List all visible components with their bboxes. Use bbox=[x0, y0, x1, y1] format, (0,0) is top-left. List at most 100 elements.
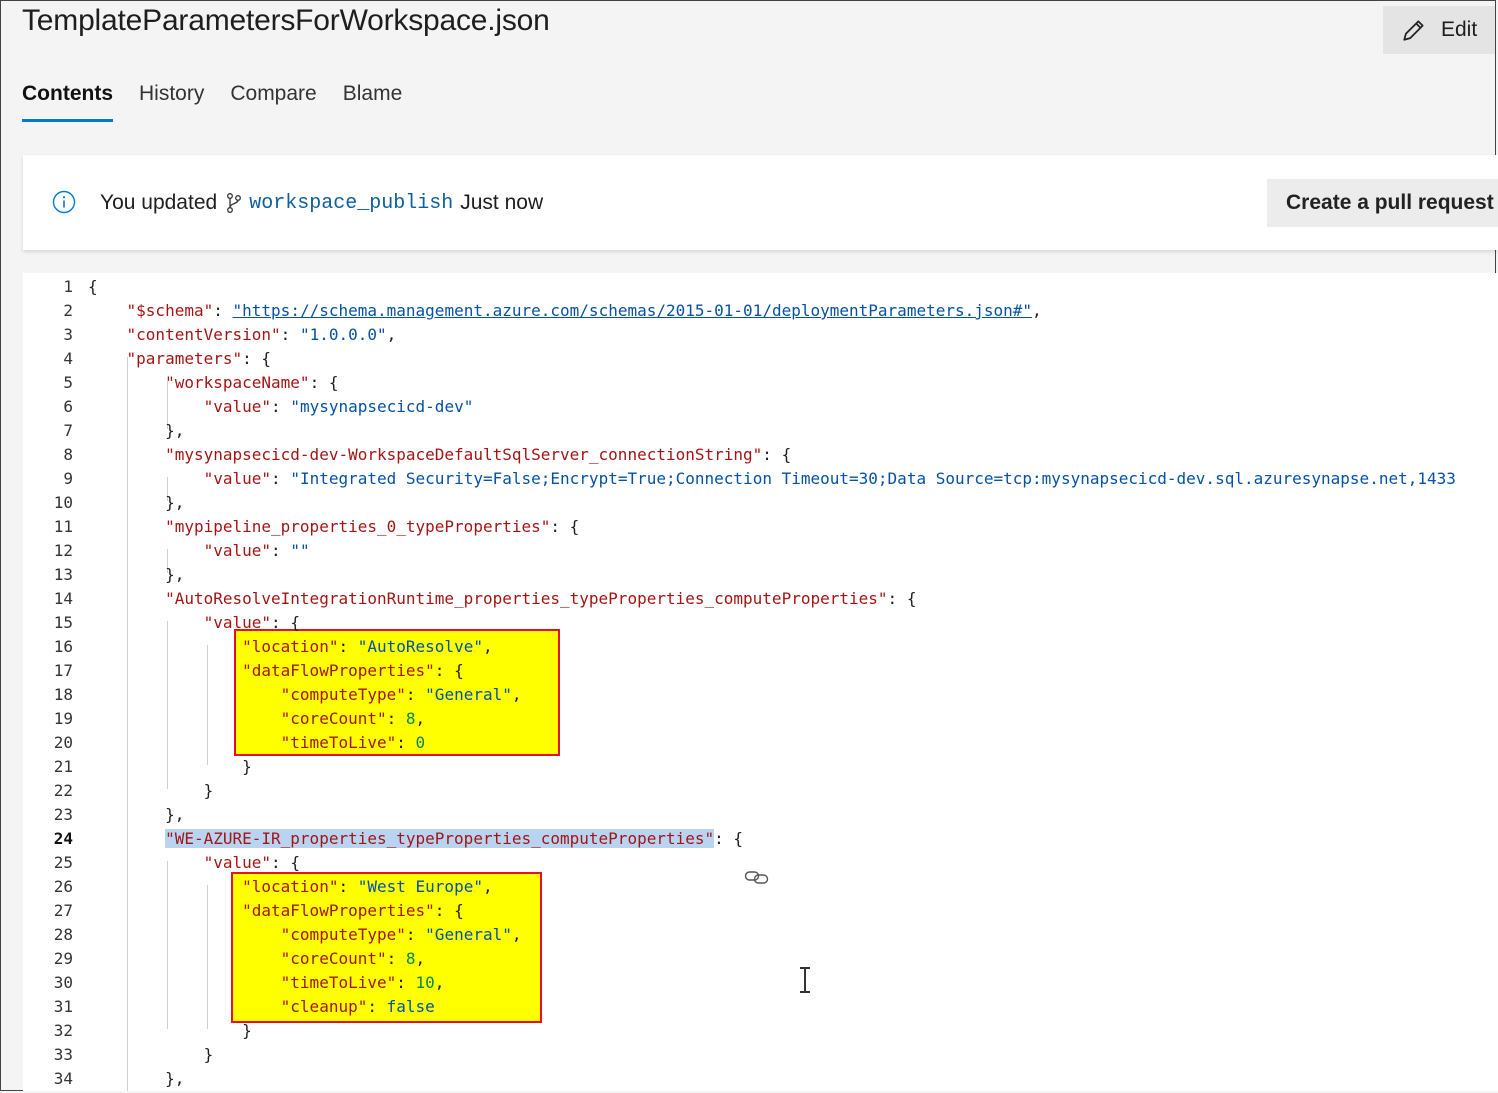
json-key: "location" bbox=[242, 637, 339, 656]
schema-link[interactable]: "https://schema.management.azure.com/sch… bbox=[233, 301, 1033, 320]
line-number: 9 bbox=[63, 469, 73, 488]
json-punct: , bbox=[1032, 301, 1042, 320]
json-punct: : bbox=[271, 853, 281, 872]
info-icon bbox=[52, 190, 76, 214]
line-number: 14 bbox=[53, 589, 73, 608]
json-punct: : bbox=[434, 901, 445, 920]
edit-button[interactable]: Edit bbox=[1383, 6, 1495, 54]
json-punct: , bbox=[174, 565, 185, 584]
line-text: "mypipeline_properties_0_typeProperties"… bbox=[88, 515, 579, 539]
line-text: }, bbox=[88, 803, 184, 827]
line-text: } bbox=[88, 779, 214, 803]
json-punct: : bbox=[271, 541, 281, 560]
json-key: "value" bbox=[203, 853, 272, 872]
json-punct: , bbox=[174, 1069, 185, 1088]
banner-message: You updated workspace_publish Just now bbox=[100, 191, 543, 215]
line-text: }, bbox=[88, 1067, 184, 1091]
json-punct: : bbox=[338, 877, 349, 896]
json-punct: , bbox=[415, 949, 426, 968]
code-line: 31 "cleanup": false bbox=[23, 995, 1498, 1019]
json-punct: { bbox=[290, 853, 300, 872]
line-number: 21 bbox=[53, 757, 73, 776]
line-text: "WE-AZURE-IR_properties_typeProperties_c… bbox=[88, 827, 743, 851]
code-line: 12 "value": "" bbox=[23, 539, 1498, 563]
json-key: "timeToLive" bbox=[280, 733, 397, 752]
code-line: 33 } bbox=[23, 1043, 1498, 1067]
code-line: 7 }, bbox=[23, 419, 1498, 443]
code-line: 15 "value": { bbox=[23, 611, 1498, 635]
branch-link[interactable]: workspace_publish bbox=[249, 192, 453, 215]
json-key: "timeToLive" bbox=[280, 973, 397, 992]
code-viewer[interactable]: 1 {2 "$schema": "https://schema.managemen… bbox=[23, 273, 1498, 1091]
json-punct: } bbox=[165, 565, 175, 584]
json-punct: , bbox=[174, 805, 185, 824]
tab-blame[interactable]: Blame bbox=[343, 82, 403, 122]
json-punct: { bbox=[454, 901, 464, 920]
json-key: "$schema" bbox=[126, 301, 214, 320]
json-punct: : bbox=[242, 349, 252, 368]
json-punct: { bbox=[569, 517, 580, 536]
json-string: "" bbox=[290, 541, 310, 560]
line-number: 1 bbox=[63, 277, 73, 296]
tab-history[interactable]: History bbox=[139, 82, 204, 122]
json-key: "location" bbox=[242, 877, 339, 896]
line-number: 10 bbox=[53, 493, 73, 512]
line-text: "location": "AutoResolve", bbox=[88, 635, 492, 659]
code-line: 14 "AutoResolveIntegrationRuntime_proper… bbox=[23, 587, 1498, 611]
line-text: "value": "mysynapsecicd-dev" bbox=[88, 395, 474, 419]
line-number: 12 bbox=[53, 541, 73, 560]
json-punct: } bbox=[165, 421, 175, 440]
code-line: 3 "contentVersion": "1.0.0.0", bbox=[23, 323, 1498, 347]
json-key: "computeType" bbox=[280, 685, 406, 704]
tab-contents[interactable]: Contents bbox=[22, 82, 113, 122]
line-text: "parameters": { bbox=[88, 347, 272, 371]
json-key: "value" bbox=[203, 397, 272, 416]
code-line: 5 "workspaceName": { bbox=[23, 371, 1498, 395]
code-line: 30 "timeToLive": 10, bbox=[23, 971, 1498, 995]
json-number: 0 bbox=[415, 733, 426, 752]
line-number: 31 bbox=[53, 997, 73, 1016]
code-line: 9 "value": "Integrated Security=False;En… bbox=[23, 467, 1498, 491]
json-punct: { bbox=[906, 589, 917, 608]
file-tabs: Contents History Compare Blame bbox=[22, 82, 428, 122]
line-text: { bbox=[88, 275, 98, 299]
line-number: 27 bbox=[53, 901, 73, 920]
line-number: 20 bbox=[53, 733, 73, 752]
line-text: "dataFlowProperties": { bbox=[88, 659, 464, 683]
line-text: "timeToLive": 0 bbox=[88, 731, 426, 755]
json-punct: { bbox=[454, 661, 464, 680]
json-punct: { bbox=[261, 349, 272, 368]
json-key: "dataFlowProperties" bbox=[242, 901, 435, 920]
json-number: 8 bbox=[405, 949, 416, 968]
json-key: "coreCount" bbox=[280, 949, 387, 968]
line-number: 25 bbox=[53, 853, 73, 872]
line-number: 17 bbox=[53, 661, 73, 680]
json-punct: , bbox=[482, 877, 493, 896]
code-line: 6 "value": "mysynapsecicd-dev" bbox=[23, 395, 1498, 419]
json-punct: : bbox=[271, 469, 281, 488]
link-icon[interactable] bbox=[744, 867, 770, 887]
json-punct: } bbox=[203, 1045, 214, 1064]
code-line: 13 }, bbox=[23, 563, 1498, 587]
json-punct: : bbox=[396, 733, 406, 752]
line-text: } bbox=[88, 1043, 214, 1067]
json-punct: } bbox=[165, 493, 175, 512]
code-line: 18 "computeType": "General", bbox=[23, 683, 1498, 707]
json-key: "cleanup" bbox=[280, 997, 368, 1016]
json-punct: { bbox=[88, 277, 98, 296]
json-punct: } bbox=[165, 805, 175, 824]
tab-compare[interactable]: Compare bbox=[230, 82, 316, 122]
line-text: "coreCount": 8, bbox=[88, 707, 426, 731]
json-punct: : bbox=[338, 637, 349, 656]
line-text: "computeType": "General", bbox=[88, 923, 522, 947]
json-punct: } bbox=[165, 1069, 175, 1088]
json-string: "AutoResolve" bbox=[357, 637, 483, 656]
line-text: "location": "West Europe", bbox=[88, 875, 493, 899]
banner-prefix: You updated bbox=[100, 191, 218, 214]
line-number: 2 bbox=[63, 301, 73, 320]
create-pull-request-button[interactable]: Create a pull request bbox=[1267, 179, 1498, 227]
json-punct: : bbox=[396, 973, 406, 992]
line-text: "value": { bbox=[88, 611, 300, 635]
line-text: "contentVersion": "1.0.0.0", bbox=[88, 323, 397, 347]
json-key: "value" bbox=[203, 541, 272, 560]
